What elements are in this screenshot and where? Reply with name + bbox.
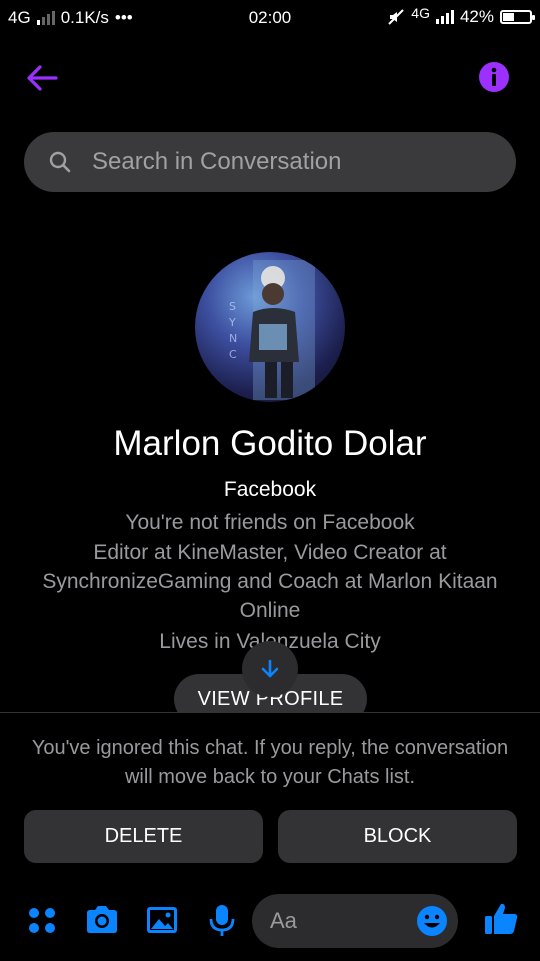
svg-text:Y: Y bbox=[228, 316, 236, 329]
thumbs-up-icon bbox=[485, 903, 518, 934]
mute-icon bbox=[388, 9, 404, 25]
delete-button[interactable]: DELETE bbox=[24, 810, 263, 863]
message-input[interactable]: Aa bbox=[252, 894, 458, 948]
menu-dots-icon bbox=[29, 908, 55, 933]
ignored-notice: You've ignored this chat. If you reply, … bbox=[31, 737, 509, 788]
search-bar[interactable] bbox=[24, 132, 516, 192]
back-arrow-icon bbox=[27, 65, 58, 91]
camera-icon bbox=[87, 906, 117, 933]
message-placeholder: Aa bbox=[270, 908, 297, 933]
arrow-down-icon bbox=[261, 659, 279, 678]
profile-work: Editor at KineMaster, Video Creator at S… bbox=[42, 541, 498, 622]
signal-strength-icon bbox=[435, 10, 454, 24]
avatar-image: S Y N C bbox=[228, 260, 315, 400]
emoji-icon[interactable] bbox=[416, 905, 448, 937]
clock: 02:00 bbox=[248, 8, 292, 27]
block-button[interactable]: BLOCK bbox=[278, 810, 517, 863]
microphone-icon bbox=[209, 905, 235, 936]
scroll-down-button[interactable] bbox=[242, 641, 298, 697]
search-input[interactable] bbox=[90, 147, 474, 177]
battery-percent: 42% bbox=[459, 7, 494, 26]
avatar[interactable]: S Y N C bbox=[195, 252, 345, 402]
friend-status: You're not friends on Facebook bbox=[125, 511, 415, 534]
battery-icon bbox=[500, 10, 535, 24]
network-type-right: 4G bbox=[411, 5, 430, 21]
search-icon bbox=[49, 151, 71, 173]
svg-text:N: N bbox=[229, 332, 237, 345]
profile-platform: Facebook bbox=[223, 478, 317, 501]
microphone-button[interactable] bbox=[204, 902, 240, 938]
status-bar: 4G 0.1K/s ••• 02:00 4G 42% bbox=[0, 0, 540, 36]
like-button[interactable] bbox=[482, 900, 518, 936]
back-button[interactable] bbox=[24, 60, 64, 96]
info-icon bbox=[479, 62, 509, 92]
svg-text:S: S bbox=[229, 300, 236, 313]
info-button[interactable] bbox=[478, 61, 510, 93]
svg-text:C: C bbox=[229, 348, 237, 361]
gallery-button[interactable] bbox=[144, 902, 180, 938]
gallery-icon bbox=[147, 907, 177, 933]
profile-name: Marlon Godito Dolar bbox=[113, 424, 427, 463]
menu-button[interactable] bbox=[24, 902, 60, 938]
camera-button[interactable] bbox=[84, 902, 120, 938]
